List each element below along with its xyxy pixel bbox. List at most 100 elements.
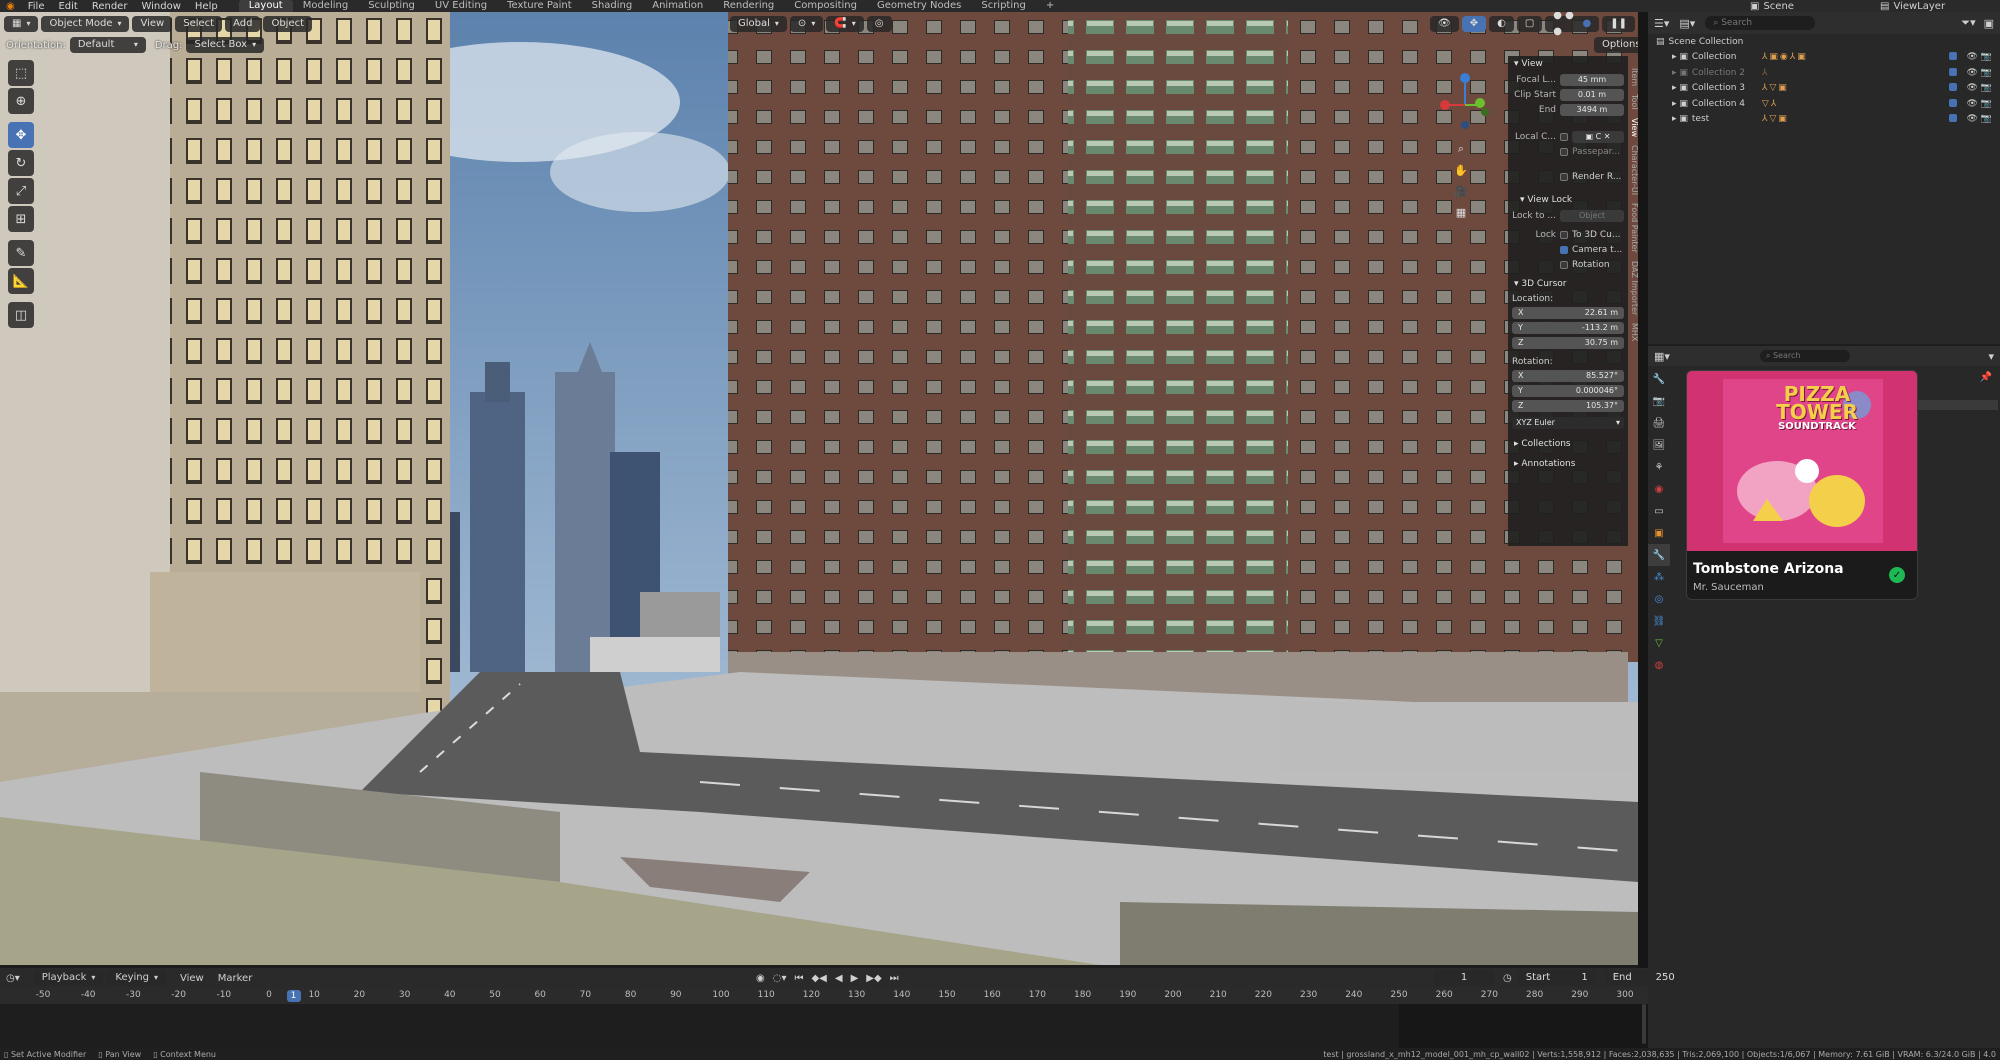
current-frame-field[interactable]: 1 (1434, 970, 1494, 986)
tab-scripting[interactable]: Scripting (971, 0, 1035, 12)
prev-keyframe-icon[interactable]: ◆◀ (811, 973, 826, 984)
pan-hand-icon[interactable]: ✋ (1452, 161, 1470, 179)
view-section-header[interactable]: ▾ View (1508, 56, 1628, 72)
play-icon[interactable]: ▶ (851, 973, 859, 984)
playback-menu[interactable]: Playback ▾ (33, 970, 104, 986)
playhead[interactable]: 1 (286, 990, 301, 1002)
grid-view-icon[interactable]: ▦ (1452, 203, 1470, 221)
material-tab-icon[interactable]: ◍ (1648, 654, 1670, 676)
tab-geometry-nodes[interactable]: Geometry Nodes (867, 0, 971, 12)
annotations-section-header[interactable]: ▸ Annotations (1508, 456, 1628, 472)
keying-menu[interactable]: Keying ▾ (107, 970, 166, 986)
drag-dropdown[interactable]: Select Box ▾ (186, 37, 265, 53)
object-menu[interactable]: Object (263, 16, 313, 32)
timeline-scrollbar[interactable] (1642, 1004, 1646, 1044)
visibility-toggles[interactable]: 👁 📷 (1948, 98, 1992, 109)
visibility-toggles[interactable]: 👁 📷 (1948, 67, 1992, 78)
modifier-tab-icon[interactable]: 🔧 (1648, 544, 1670, 566)
collection-tab-icon[interactable]: ▭ (1648, 500, 1670, 522)
tab-tool[interactable]: Tool (1630, 94, 1638, 110)
now-playing-card[interactable]: PIZZA TOWER SOUNDTRACK Tombstone Arizona… (1686, 370, 1918, 600)
view-layer-name[interactable]: ViewLayer (1893, 1, 1945, 12)
transform-orientation-dropdown[interactable]: Global ▾ (730, 16, 787, 32)
visibility-toggles[interactable]: 👁 📷 (1948, 114, 1992, 124)
frame-ruler[interactable]: -50 -40 -30 -20 -10 0 10 20 30 40 50 60 70 80 90 100 110… (0, 988, 1648, 1004)
options-dropdown[interactable]: Options▾ (1594, 37, 1638, 53)
physics-tab-icon[interactable]: ◎ (1648, 588, 1670, 610)
visibility-toggles[interactable]: 👁 📷 (1948, 52, 1992, 62)
outliner-editor-type-icon[interactable]: ☰▾ (1654, 17, 1669, 30)
menu-help[interactable]: Help (188, 1, 225, 12)
navigation-gizmo[interactable] (1430, 70, 1500, 140)
tab-daz-importer[interactable]: DAZ Importer (1630, 261, 1638, 315)
annotate-icon[interactable]: ✎ (8, 240, 34, 266)
mode-dropdown[interactable]: Object Mode ▾ (41, 16, 130, 32)
start-frame-field[interactable]: Start 1 (1517, 970, 1596, 986)
tab-rendering[interactable]: Rendering (713, 0, 784, 12)
overlay-toggle-icon[interactable]: ◐ (1489, 16, 1514, 32)
pause-icon[interactable]: ❚❚ (1602, 16, 1635, 32)
scene-tab-icon[interactable]: ⚘ (1648, 456, 1670, 478)
particles-tab-icon[interactable]: ⁂ (1648, 566, 1670, 588)
collections-section-header[interactable]: ▸ Collections (1508, 436, 1628, 452)
tab-food-painter[interactable]: Food Painter (1630, 203, 1638, 253)
move-icon[interactable]: ✥ (8, 122, 34, 148)
visibility-toggles[interactable]: 👁 📷 (1948, 83, 1992, 93)
tab-character-ui[interactable]: Character-UI (1630, 145, 1638, 195)
tab-layout[interactable]: Layout (238, 0, 293, 12)
list-item[interactable]: ▸ ▣ Collection 3 ⅄▽▣ 👁 📷 (1648, 81, 2000, 97)
timeline-area[interactable] (0, 1004, 1648, 1048)
play-reverse-icon[interactable]: ◀ (835, 973, 843, 984)
menu-file[interactable]: File (21, 1, 52, 12)
render-tab-icon[interactable]: 📷 (1648, 390, 1670, 412)
tab-sculpting[interactable]: Sculpting (358, 0, 425, 12)
focal-length-field[interactable]: 45 mm (1560, 73, 1624, 86)
add-workspace-icon[interactable]: + (1036, 0, 1064, 12)
menu-render[interactable]: Render (85, 1, 135, 12)
properties-options-icon[interactable]: ▾ (1988, 350, 1994, 363)
measure-icon[interactable]: 📐 (8, 268, 34, 294)
properties-search-input[interactable]: ⌕ Search (1759, 350, 1850, 362)
end-frame-field[interactable]: End 250 (1604, 970, 1683, 986)
timeline-view-menu[interactable]: View (180, 973, 204, 984)
camera-to-view-checkbox[interactable] (1560, 245, 1568, 254)
scale-icon[interactable]: ⤢ (8, 178, 34, 204)
tab-shading[interactable]: Shading (582, 0, 643, 12)
select-menu[interactable]: Select (175, 16, 223, 32)
3d-cursor-section-header[interactable]: ▾ 3D Cursor (1508, 276, 1628, 292)
record-icon[interactable]: ◉ (756, 973, 765, 984)
gizmo-toggle-icon[interactable]: ✥ (1461, 16, 1487, 32)
area-divider[interactable] (1638, 12, 1648, 1048)
next-keyframe-icon[interactable]: ▶◆ (866, 973, 881, 984)
jump-start-icon[interactable]: ⏮ (794, 973, 803, 984)
cursor-icon[interactable]: ⊕ (8, 88, 34, 114)
editor-type-button[interactable]: ▦ ▾ (4, 16, 39, 32)
keyframe-options-icon[interactable]: ◌▾ (773, 973, 787, 984)
tab-mhx[interactable]: MHX (1630, 323, 1638, 341)
new-collection-icon[interactable]: ▣ (1984, 17, 1994, 30)
list-item[interactable]: ▸ ▣ Collection ⅄▣◉⅄▣ 👁 📷 (1648, 50, 2000, 66)
add-cube-icon[interactable]: ◫ (8, 302, 34, 328)
render-region-checkbox[interactable] (1560, 172, 1568, 181)
view-menu[interactable]: View (132, 16, 173, 32)
add-menu[interactable]: Add (225, 16, 261, 32)
object-tab-icon[interactable]: ▣ (1648, 522, 1670, 544)
jump-end-icon[interactable]: ⏭ (890, 973, 899, 984)
cursor-location-z[interactable]: Z 30.75 m (1512, 336, 1624, 349)
clip-start-field[interactable]: 0.01 m (1560, 88, 1624, 101)
lock-to-object-field[interactable]: Object (1560, 209, 1624, 222)
list-item[interactable]: ▸ ▣ Collection 2 ⅄ 👁 📷 (1648, 65, 2000, 81)
shading-mode-icons[interactable]: ● ● ● ● (1545, 12, 1600, 37)
pivot-icon[interactable]: ⊙ ▾ (789, 16, 824, 32)
cursor-rotation-y[interactable]: Y 0.000046° (1512, 384, 1624, 397)
tab-uv-editing[interactable]: UV Editing (425, 0, 497, 12)
xray-icon[interactable]: ▢ (1516, 16, 1543, 32)
transform-icon[interactable]: ⊞ (8, 206, 34, 232)
tab-texture-paint[interactable]: Texture Paint (497, 0, 582, 12)
rotate-icon[interactable]: ↻ (8, 150, 34, 176)
scene-collection-row[interactable]: ▤ Scene Collection (1648, 34, 2000, 50)
scene-name[interactable]: Scene (1763, 1, 1843, 12)
view-layer-tab-icon[interactable]: 🖼 (1648, 434, 1670, 456)
tab-item[interactable]: Item (1630, 68, 1638, 86)
world-tab-icon[interactable]: ◉ (1648, 478, 1670, 500)
